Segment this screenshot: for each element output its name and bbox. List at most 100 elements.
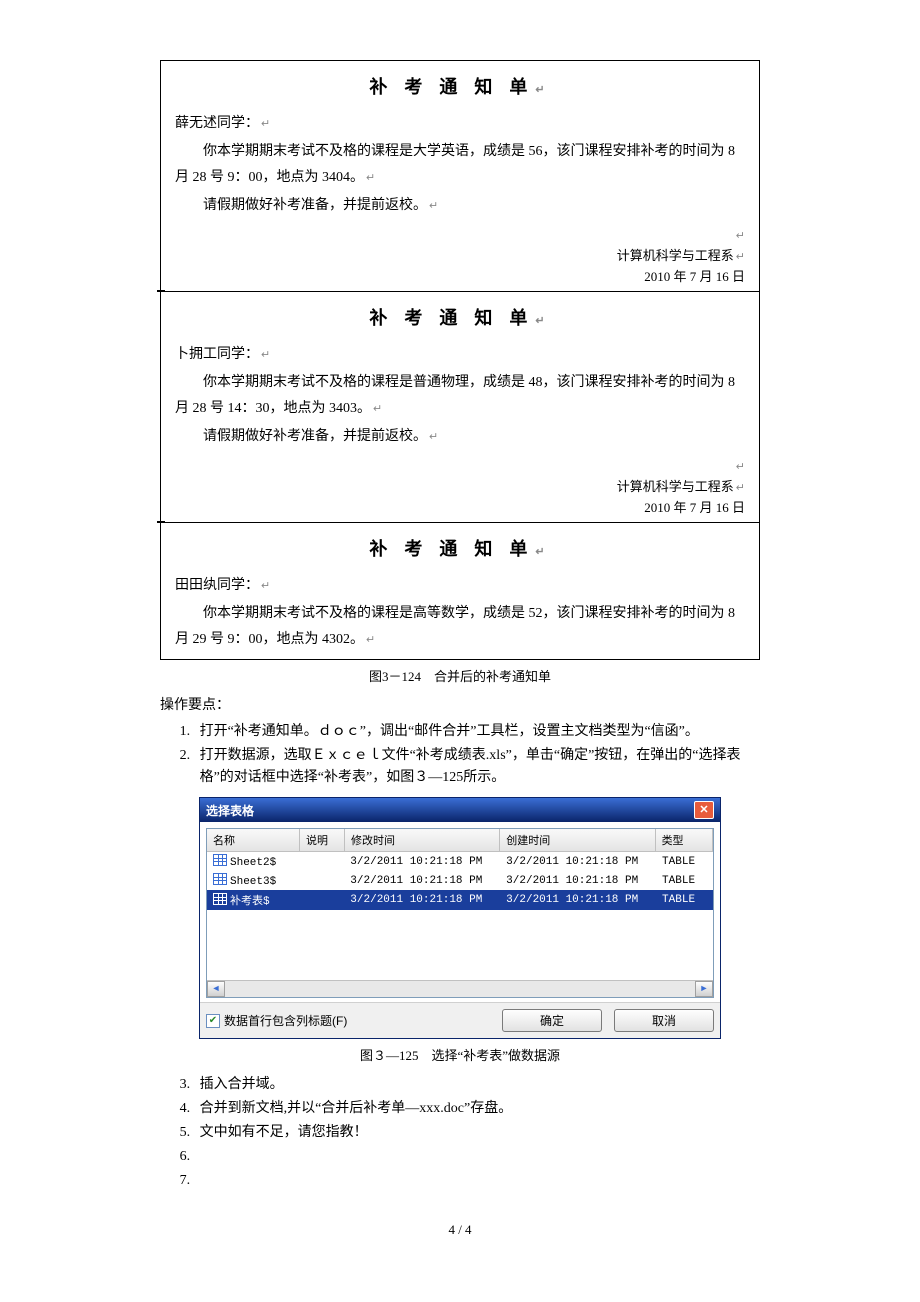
step-item bbox=[194, 1170, 760, 1192]
checkbox-label: 数据首行包含列标题(F) bbox=[224, 1012, 347, 1029]
body-text-2: 请假期做好补考准备，并提前返校。↵ bbox=[175, 193, 745, 219]
horizontal-scrollbar[interactable]: ◄ ► bbox=[207, 980, 713, 997]
page-number: 4 / 4 bbox=[160, 1222, 760, 1238]
dialog-body: 名称 说明 修改时间 创建时间 类型 Sheet2$ 3/2/2011 10:2… bbox=[200, 822, 720, 1002]
student-name: 卜拥工同学： bbox=[175, 347, 259, 362]
row-cre: 3/2/2011 10:21:18 PM bbox=[500, 873, 656, 889]
body-text: 你本学期期末考试不及格的课程是高等数学，成绩是 52，该门课程安排补考的时间为 … bbox=[175, 601, 745, 653]
row-desc bbox=[300, 898, 344, 902]
first-row-header-checkbox[interactable]: ✔ 数据首行包含列标题(F) bbox=[206, 1012, 347, 1029]
ops-heading: 操作要点： bbox=[160, 695, 760, 717]
para-mark-icon: ↵ bbox=[366, 634, 375, 646]
figure-caption-1: 图3－124 合并后的补考通知单 bbox=[160, 666, 760, 685]
row-typ: TABLE bbox=[656, 892, 713, 908]
row-desc bbox=[300, 879, 344, 883]
para-mark-icon: ↵ bbox=[261, 118, 270, 130]
step-item: 合并到新文档,并以“合并后补考单—xxx.doc”存盘。 bbox=[194, 1098, 760, 1120]
steps-list-a: 打开“补考通知单。ｄｏｃ”，调出“邮件合并”工具栏，设置主文档类型为“信函”。 … bbox=[160, 721, 760, 789]
dialog-titlebar[interactable]: 选择表格 ✕ bbox=[200, 798, 720, 822]
scroll-left-icon[interactable]: ◄ bbox=[207, 981, 225, 997]
title-text: 补 考 通 知 单 bbox=[369, 539, 533, 559]
row-name: Sheet3$ bbox=[230, 876, 276, 888]
sig-date: 2010 年 7 月 16 日 bbox=[644, 269, 745, 284]
greeting-line: 薛无述同学：↵ bbox=[175, 111, 745, 137]
title-text: 补 考 通 知 单 bbox=[369, 308, 533, 328]
col-created[interactable]: 创建时间 bbox=[500, 829, 655, 851]
greeting-line: 卜拥工同学：↵ bbox=[175, 342, 745, 368]
body2: 请假期做好补考准备，并提前返校。 bbox=[203, 429, 427, 444]
row-typ: TABLE bbox=[656, 873, 713, 889]
row-cre: 3/2/2011 10:21:18 PM bbox=[500, 892, 656, 908]
row-typ: TABLE bbox=[656, 854, 713, 870]
body1: 你本学期期末考试不及格的课程是高等数学，成绩是 52，该门课程安排补考的时间为 … bbox=[175, 606, 735, 647]
row-mod: 3/2/2011 10:21:18 PM bbox=[344, 873, 500, 889]
signature-block: ↵ 计算机科学与工程系↵ 2010 年 7 月 16 日 bbox=[175, 225, 745, 287]
para-mark-icon: ↵ bbox=[373, 403, 382, 415]
body2: 请假期做好补考准备，并提前返校。 bbox=[203, 198, 427, 213]
row-cre: 3/2/2011 10:21:18 PM bbox=[500, 854, 656, 870]
separator-tick-icon bbox=[157, 291, 165, 293]
step-item: 文中如有不足，请您指教！ bbox=[194, 1122, 760, 1144]
body-text: 你本学期期末考试不及格的课程是大学英语，成绩是 56，该门课程安排补考的时间为 … bbox=[175, 139, 745, 191]
title-text: 补 考 通 知 单 bbox=[369, 77, 533, 97]
para-mark-icon: ↵ bbox=[535, 315, 550, 327]
para-mark-icon: ↵ bbox=[429, 200, 438, 212]
sig-dept: 计算机科学与工程系 bbox=[617, 479, 734, 494]
notice-title: 补 考 通 知 单↵ bbox=[175, 73, 745, 99]
step-item: 插入合并域。 bbox=[194, 1074, 760, 1096]
list-header: 名称 说明 修改时间 创建时间 类型 bbox=[207, 829, 713, 852]
para-mark-icon: ↵ bbox=[429, 431, 438, 443]
checkbox-icon: ✔ bbox=[206, 1014, 220, 1028]
steps-list-b: 插入合并域。 合并到新文档,并以“合并后补考单—xxx.doc”存盘。 文中如有… bbox=[160, 1074, 760, 1192]
para-mark-icon: ↵ bbox=[736, 230, 745, 242]
table-icon bbox=[213, 854, 227, 866]
row-mod: 3/2/2011 10:21:18 PM bbox=[344, 854, 500, 870]
notice-title: 补 考 通 知 单↵ bbox=[175, 535, 745, 561]
step-item: 打开“补考通知单。ｄｏｃ”，调出“邮件合并”工具栏，设置主文档类型为“信函”。 bbox=[194, 721, 760, 743]
signature-block: ↵ 计算机科学与工程系↵ 2010 年 7 月 16 日 bbox=[175, 456, 745, 518]
body-text: 你本学期期末考试不及格的课程是普通物理，成绩是 48，该门课程安排补考的时间为 … bbox=[175, 370, 745, 422]
dialog-footer: ✔ 数据首行包含列标题(F) 确定 取消 bbox=[200, 1002, 720, 1038]
dialog-title-text: 选择表格 bbox=[206, 802, 254, 819]
para-mark-icon: ↵ bbox=[535, 546, 550, 558]
close-icon[interactable]: ✕ bbox=[694, 801, 714, 819]
separator-tick-icon bbox=[157, 522, 165, 524]
para-mark-icon: ↵ bbox=[535, 84, 550, 96]
student-name: 薛无述同学： bbox=[175, 116, 259, 131]
step-item bbox=[194, 1146, 760, 1168]
row-name: Sheet2$ bbox=[230, 857, 276, 869]
row-name: 补考表$ bbox=[230, 896, 270, 908]
table-icon bbox=[213, 893, 227, 905]
notice-3: 补 考 通 知 单↵ 田田纨同学：↵ 你本学期期末考试不及格的课程是高等数学，成… bbox=[160, 523, 760, 660]
sig-dept: 计算机科学与工程系 bbox=[617, 248, 734, 263]
scroll-right-icon[interactable]: ► bbox=[695, 981, 713, 997]
body1: 你本学期期末考试不及格的课程是大学英语，成绩是 56，该门课程安排补考的时间为 … bbox=[175, 144, 735, 185]
notice-1: 补 考 通 知 单↵ 薛无述同学：↵ 你本学期期末考试不及格的课程是大学英语，成… bbox=[160, 60, 760, 292]
col-type[interactable]: 类型 bbox=[656, 829, 713, 851]
body1: 你本学期期末考试不及格的课程是普通物理，成绩是 48，该门课程安排补考的时间为 … bbox=[175, 375, 735, 416]
para-mark-icon: ↵ bbox=[736, 461, 745, 473]
col-desc[interactable]: 说明 bbox=[300, 829, 345, 851]
para-mark-icon: ↵ bbox=[261, 580, 270, 592]
row-desc bbox=[300, 860, 344, 864]
list-item-selected[interactable]: 补考表$ 3/2/2011 10:21:18 PM 3/2/2011 10:21… bbox=[207, 890, 713, 910]
body-text-2: 请假期做好补考准备，并提前返校。↵ bbox=[175, 424, 745, 450]
step-item: 打开数据源，选取Ｅｘｃｅｌ文件“补考成绩表.xls”，单击“确定”按钮，在弹出的… bbox=[194, 745, 760, 789]
list-item[interactable]: Sheet3$ 3/2/2011 10:21:18 PM 3/2/2011 10… bbox=[207, 871, 713, 890]
ok-button[interactable]: 确定 bbox=[502, 1009, 602, 1032]
para-mark-icon: ↵ bbox=[736, 251, 745, 263]
greeting-line: 田田纨同学：↵ bbox=[175, 573, 745, 599]
para-mark-icon: ↵ bbox=[261, 349, 270, 361]
notice-2: 补 考 通 知 单↵ 卜拥工同学：↵ 你本学期期末考试不及格的课程是普通物理，成… bbox=[160, 292, 760, 523]
list-empty-area bbox=[207, 910, 713, 980]
col-modified[interactable]: 修改时间 bbox=[345, 829, 500, 851]
select-table-dialog: 选择表格 ✕ 名称 说明 修改时间 创建时间 类型 Sheet2$ 3/2/20… bbox=[199, 797, 721, 1039]
sig-date: 2010 年 7 月 16 日 bbox=[644, 500, 745, 515]
student-name: 田田纨同学： bbox=[175, 578, 259, 593]
col-name[interactable]: 名称 bbox=[207, 829, 300, 851]
table-icon bbox=[213, 873, 227, 885]
list-item[interactable]: Sheet2$ 3/2/2011 10:21:18 PM 3/2/2011 10… bbox=[207, 852, 713, 871]
row-mod: 3/2/2011 10:21:18 PM bbox=[344, 892, 500, 908]
cancel-button[interactable]: 取消 bbox=[614, 1009, 714, 1032]
notice-title: 补 考 通 知 单↵ bbox=[175, 304, 745, 330]
